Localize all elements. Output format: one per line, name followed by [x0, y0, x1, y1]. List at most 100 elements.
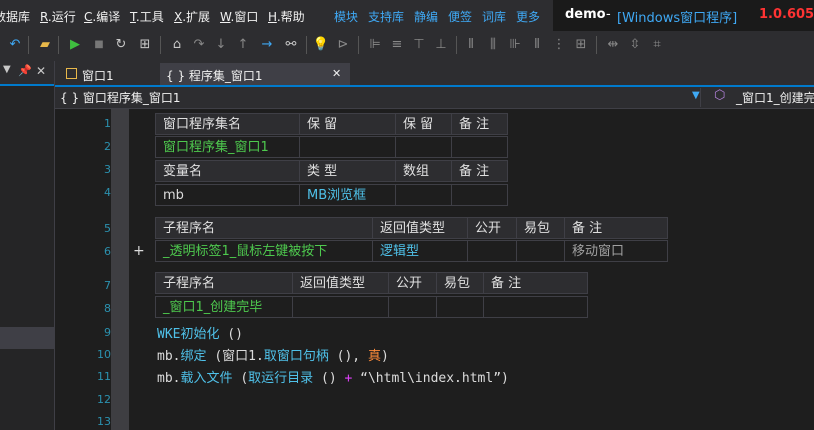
table-header-cell: 备 注: [451, 160, 508, 182]
dropdown-icon[interactable]: ▼: [3, 64, 11, 75]
toolbar-separator: [160, 36, 161, 54]
table-cell[interactable]: [395, 184, 452, 206]
table-cell[interactable]: [436, 296, 484, 318]
line-number: 10: [97, 348, 111, 361]
step-out-icon[interactable]: ↑: [234, 36, 252, 54]
same-size-icon[interactable]: ⊪: [506, 36, 524, 54]
folder-icon[interactable]: ▰: [36, 36, 54, 54]
tab-program-set[interactable]: { } 程序集_窗口1 ✕: [160, 63, 350, 86]
line-number: 8: [104, 302, 111, 315]
grid-icon[interactable]: ⊞: [572, 36, 590, 54]
stop-icon[interactable]: ■: [90, 36, 108, 54]
align-bottom-icon[interactable]: ⊥: [432, 36, 450, 54]
step-into-icon[interactable]: ↓: [212, 36, 230, 54]
table-header-cell: 易包: [516, 217, 565, 239]
subroutine-name-cell[interactable]: _透明标签1_鼠标左键被按下: [155, 240, 373, 262]
menu-compile-label: .编译: [92, 10, 121, 24]
align-left-icon[interactable]: ⊫: [366, 36, 384, 54]
center-vertical-icon[interactable]: ⇳: [626, 36, 644, 54]
variable-type-cell[interactable]: MB浏览框: [299, 184, 396, 206]
code-punctuation: (窗口1.: [206, 349, 264, 364]
code-line-11[interactable]: mb.载入文件 (取运行目录 () + “\html\index.html”): [157, 367, 509, 386]
table-cell[interactable]: [451, 184, 508, 206]
menu-help[interactable]: H.帮助: [268, 8, 305, 25]
restart-icon[interactable]: ↻: [112, 36, 130, 54]
tab-program-set-label: { } 程序集_窗口1: [166, 69, 263, 83]
align-center-icon[interactable]: ≡: [388, 36, 406, 54]
menu-extend-label: .扩展: [182, 10, 211, 24]
menu-extend-key: X: [174, 10, 183, 24]
table-header-cell: 返回值类型: [292, 272, 389, 294]
same-width-icon[interactable]: ⫴: [462, 36, 480, 54]
close-icon[interactable]: ✕: [36, 64, 46, 78]
project-name: demo: [565, 7, 606, 22]
table-header-cell: 易包: [436, 272, 484, 294]
center-horizontal-icon[interactable]: ⇹: [604, 36, 622, 54]
table-header-cell: 数组: [395, 160, 452, 182]
menu-compile[interactable]: C.编译: [84, 8, 120, 25]
compile-icon[interactable]: ⊞: [136, 36, 154, 54]
nav-divider: [700, 88, 701, 107]
return-type-cell[interactable]: 逻辑型: [372, 240, 468, 262]
table-header-cell: 备 注: [564, 217, 668, 239]
link-more[interactable]: 更多: [516, 8, 540, 25]
table-cell[interactable]: [388, 296, 437, 318]
expand-icon[interactable]: +: [133, 243, 145, 259]
code-line-9[interactable]: WKE初始化 (): [157, 323, 243, 342]
code-punctuation: ): [380, 349, 389, 364]
pin-icon[interactable]: 📌: [18, 64, 32, 77]
menu-run-label: .运行: [47, 10, 76, 24]
function-call: 取窗口句柄: [263, 349, 329, 364]
line-number: 4: [104, 186, 111, 199]
toolbar-separator: [28, 36, 29, 54]
program-set-name-cell[interactable]: 窗口程序集_窗口1: [155, 136, 300, 158]
table-cell[interactable]: [299, 136, 396, 158]
run-icon[interactable]: ▶: [66, 36, 84, 54]
nav-dropdown-icon[interactable]: ▼: [692, 90, 700, 101]
nav-method-selector[interactable]: _窗口1_创建完: [736, 89, 814, 106]
line-number: 9: [104, 326, 111, 339]
menu-run[interactable]: R.运行: [40, 8, 76, 25]
link-static-compile[interactable]: 静编: [414, 8, 438, 25]
undo-icon[interactable]: ↶: [6, 36, 24, 54]
step-over-icon[interactable]: ↷: [190, 36, 208, 54]
table-cell[interactable]: [516, 240, 565, 262]
menu-database[interactable]: 数据库: [0, 8, 30, 25]
space-vertical-icon[interactable]: ⋮: [550, 36, 568, 54]
table-cell[interactable]: [467, 240, 517, 262]
link-lexicon[interactable]: 词库: [482, 8, 506, 25]
menu-window[interactable]: W.窗口: [220, 8, 258, 25]
breakpoint-icon[interactable]: ⌂: [168, 36, 186, 54]
remark-cell[interactable]: 移动窗口: [564, 240, 668, 262]
run-to-cursor-icon[interactable]: →: [258, 36, 276, 54]
link-notes[interactable]: 便签: [448, 8, 472, 25]
table-cell[interactable]: [395, 136, 452, 158]
table-cell[interactable]: [292, 296, 389, 318]
table-header-cell: 子程序名: [155, 217, 373, 239]
toolbar-separator: [58, 36, 59, 54]
function-call: 取运行目录: [248, 371, 314, 386]
subroutine-name-cell[interactable]: _窗口1_创建完毕: [155, 296, 293, 318]
table-cell[interactable]: [483, 296, 588, 318]
menu-window-label: .窗口: [230, 10, 259, 24]
table-cell[interactable]: [451, 136, 508, 158]
watch-icon[interactable]: ⚯: [282, 36, 300, 54]
lightbulb-icon[interactable]: 💡: [312, 36, 330, 54]
align-top-icon[interactable]: ⊤: [410, 36, 428, 54]
nav-class-selector[interactable]: { } 窗口程序集_窗口1: [60, 89, 181, 106]
link-module[interactable]: 模块: [334, 8, 358, 25]
tab-close-icon[interactable]: ✕: [332, 67, 341, 80]
code-line-10[interactable]: mb.绑定 (窗口1.取窗口句柄 (), 真): [157, 345, 389, 364]
lock-controls-icon[interactable]: ⌗: [648, 36, 666, 54]
tab-window1[interactable]: 窗口1: [60, 63, 160, 86]
variable-name-cell[interactable]: mb: [155, 184, 300, 206]
bookmark-icon[interactable]: ⊳: [334, 36, 352, 54]
space-horizontal-icon[interactable]: ⦀: [528, 36, 546, 54]
link-support-lib[interactable]: 支持库: [368, 8, 404, 25]
project-type: [Windows窗口程序]: [617, 11, 738, 26]
same-height-icon[interactable]: ⫼: [484, 36, 502, 54]
menu-tools[interactable]: T.工具: [130, 8, 164, 25]
left-panel-selected-row[interactable]: [0, 327, 54, 349]
table-header-cell: 公开: [388, 272, 437, 294]
menu-extend[interactable]: X.扩展: [174, 8, 210, 25]
